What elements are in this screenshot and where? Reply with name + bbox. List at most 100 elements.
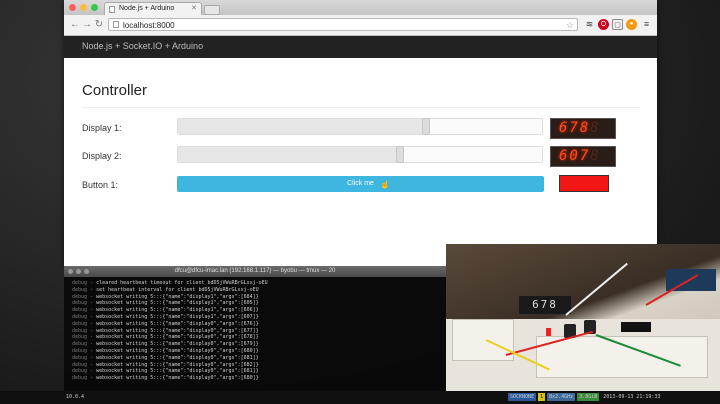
tab-title: Node.js + Arduino — [119, 5, 175, 12]
log-source: debug - — [72, 341, 97, 348]
log-source: debug - — [72, 375, 97, 382]
display1-label: Display 1: — [82, 123, 122, 133]
display1-slider-handle[interactable] — [421, 118, 430, 135]
log-message: set heartbeat interval for client bdD5jV… — [96, 286, 259, 293]
display2-slider-handle[interactable] — [396, 146, 405, 163]
webcam-overlay: 678 — [446, 244, 720, 391]
terminal-line: debug - websocket writing 5:::{"name":"d… — [72, 307, 442, 314]
log-source: debug - — [72, 354, 97, 361]
log-message: websocket writing 5:::{"name":"display1"… — [96, 300, 259, 307]
log-message: websocket writing 5:::{"name":"display0"… — [96, 361, 259, 368]
bookmark-star-icon[interactable]: ☆ — [566, 19, 574, 32]
display1-slider-fill — [178, 119, 426, 134]
minimize-window-button[interactable] — [80, 4, 87, 11]
address-bar[interactable]: localhost:8000 ☆ — [108, 18, 578, 31]
log-source: debug - — [72, 280, 97, 286]
tab-bar: Node.js + Arduino ✕ — [64, 0, 657, 15]
reload-icon[interactable]: ↻ — [94, 18, 104, 32]
log-message: websocket writing 5:::{"name":"display0"… — [96, 327, 259, 334]
terminal-minimize-button[interactable] — [76, 269, 81, 274]
log-message: websocket writing 5:::{"name":"display0"… — [96, 320, 259, 327]
seven-segment-display: 678 — [519, 296, 571, 314]
terminal-output: debug - cleared heartbeat timeout for cl… — [72, 280, 442, 382]
click-me-button[interactable]: Click me — [177, 176, 544, 192]
log-message: websocket writing 5:::{"name":"display0"… — [96, 368, 259, 375]
red-led — [546, 328, 551, 336]
log-source: debug - — [72, 313, 97, 320]
log-source: debug - — [72, 300, 97, 307]
menu-icon[interactable]: ≡ — [641, 19, 652, 30]
log-source: debug - — [72, 320, 97, 327]
display1-slider[interactable] — [177, 118, 543, 135]
terminal-line: debug - set heartbeat interval for clien… — [72, 287, 442, 294]
terminal-line: debug - cleared heartbeat timeout for cl… — [72, 280, 442, 287]
page-title: Controller — [82, 82, 148, 99]
hand-cursor-icon: ☝ — [380, 180, 390, 189]
page-content: Controller Display 1: 6788 Display 2: 60… — [64, 58, 657, 266]
terminal-line: debug - websocket writing 5:::{"name":"d… — [72, 355, 442, 362]
wire — [565, 262, 628, 316]
clipboard-extension-icon[interactable]: ▢ — [612, 19, 623, 30]
ic-chip — [621, 322, 651, 332]
terminal-line: debug - websocket writing 5:::{"name":"d… — [72, 321, 442, 328]
log-source: debug - — [72, 293, 97, 300]
terminal-zoom-button[interactable] — [84, 269, 89, 274]
terminal-line: debug - websocket writing 5:::{"name":"d… — [72, 294, 442, 301]
close-window-button[interactable] — [69, 4, 76, 11]
log-message: cleared heartbeat timeout for client bdD… — [96, 280, 268, 286]
log-source: debug - — [72, 307, 97, 314]
forward-arrow-icon[interactable]: → — [82, 18, 92, 32]
terminal-line: debug - websocket writing 5:::{"name":"d… — [72, 362, 442, 369]
log-message: websocket writing 5:::{"name":"display1"… — [96, 307, 259, 314]
status-segment: SOCKNONE — [508, 393, 537, 401]
zoom-window-button[interactable] — [91, 4, 98, 11]
cookie-extension-icon[interactable]: ● — [626, 19, 637, 30]
button1-indicator — [559, 175, 609, 192]
display1-readout: 6788 — [550, 118, 616, 139]
terminal-window: dfcu@dfcu-imac.lan (192.168.1.117) — byo… — [64, 266, 446, 404]
browser-window: Node.js + Arduino ✕ ← → ↻ localhost:8000… — [64, 0, 657, 266]
browser-toolbar: ← → ↻ localhost:8000 ☆ ≋ O ▢ ● ≡ — [64, 15, 657, 36]
log-message: websocket writing 5:::{"name":"display0"… — [96, 347, 259, 354]
new-tab-button[interactable] — [204, 5, 220, 15]
log-source: debug - — [72, 334, 97, 341]
log-source: debug - — [72, 347, 97, 354]
breadboard-right — [536, 336, 708, 378]
log-message: websocket writing 5:::{"name":"display0"… — [96, 334, 259, 341]
title-divider — [82, 107, 640, 108]
display2-slider-fill — [178, 147, 401, 162]
opera-extension-icon[interactable]: O — [598, 19, 609, 30]
status-segment: 2013-09-13 21:19:33 — [603, 394, 661, 400]
close-tab-icon[interactable]: ✕ — [191, 4, 197, 12]
status-segment: 3.8GiB — [577, 393, 600, 401]
log-message: websocket writing 5:::{"name":"display0"… — [96, 341, 259, 348]
terminal-title: dfcu@dfcu-imac.lan (192.168.1.117) — byo… — [174, 268, 336, 274]
log-source: debug - — [72, 368, 97, 375]
layers-extension-icon[interactable]: ≋ — [584, 19, 595, 30]
terminal-close-button[interactable] — [68, 269, 73, 274]
terminal-line: debug - websocket writing 5:::{"name":"d… — [72, 328, 442, 335]
terminal-line: debug - websocket writing 5:::{"name":"d… — [72, 314, 442, 321]
display2-slider[interactable] — [177, 146, 543, 163]
terminal-titlebar: dfcu@dfcu-imac.lan (192.168.1.117) — byo… — [64, 266, 446, 277]
status-segment: 8x2.4GHz — [547, 393, 576, 401]
url-text: localhost:8000 — [123, 21, 175, 30]
terminal-window-controls — [68, 269, 89, 274]
display2-readout: 6078 — [550, 146, 616, 167]
page-icon — [109, 6, 115, 13]
button1-label: Button 1: — [82, 180, 119, 190]
status-right: SOCKNONE 1 8x2.4GHz 3.8GiB 2013-09-13 21:19:… — [508, 391, 664, 404]
navbar-brand[interactable]: Node.js + Socket.IO + Arduino — [82, 41, 203, 51]
browser-tab[interactable]: Node.js + Arduino ✕ — [104, 2, 202, 15]
status-left: 10.0.4 — [66, 394, 85, 400]
breadboard-left — [452, 319, 514, 361]
window-controls — [69, 4, 98, 11]
terminal-line: debug - websocket writing 5:::{"name":"d… — [72, 375, 442, 382]
log-source: debug - — [72, 327, 97, 334]
display2-label: Display 2: — [82, 151, 122, 161]
terminal-line: debug - websocket writing 5:::{"name":"d… — [72, 348, 442, 355]
terminal-line: debug - websocket writing 5:::{"name":"d… — [72, 368, 442, 375]
log-source: debug - — [72, 286, 97, 293]
back-arrow-icon[interactable]: ← — [70, 18, 80, 32]
tmux-status-bar: 10.0.4 SOCKNONE 1 8x2.4GHz 3.8GiB 2013-09-13… — [0, 391, 720, 404]
